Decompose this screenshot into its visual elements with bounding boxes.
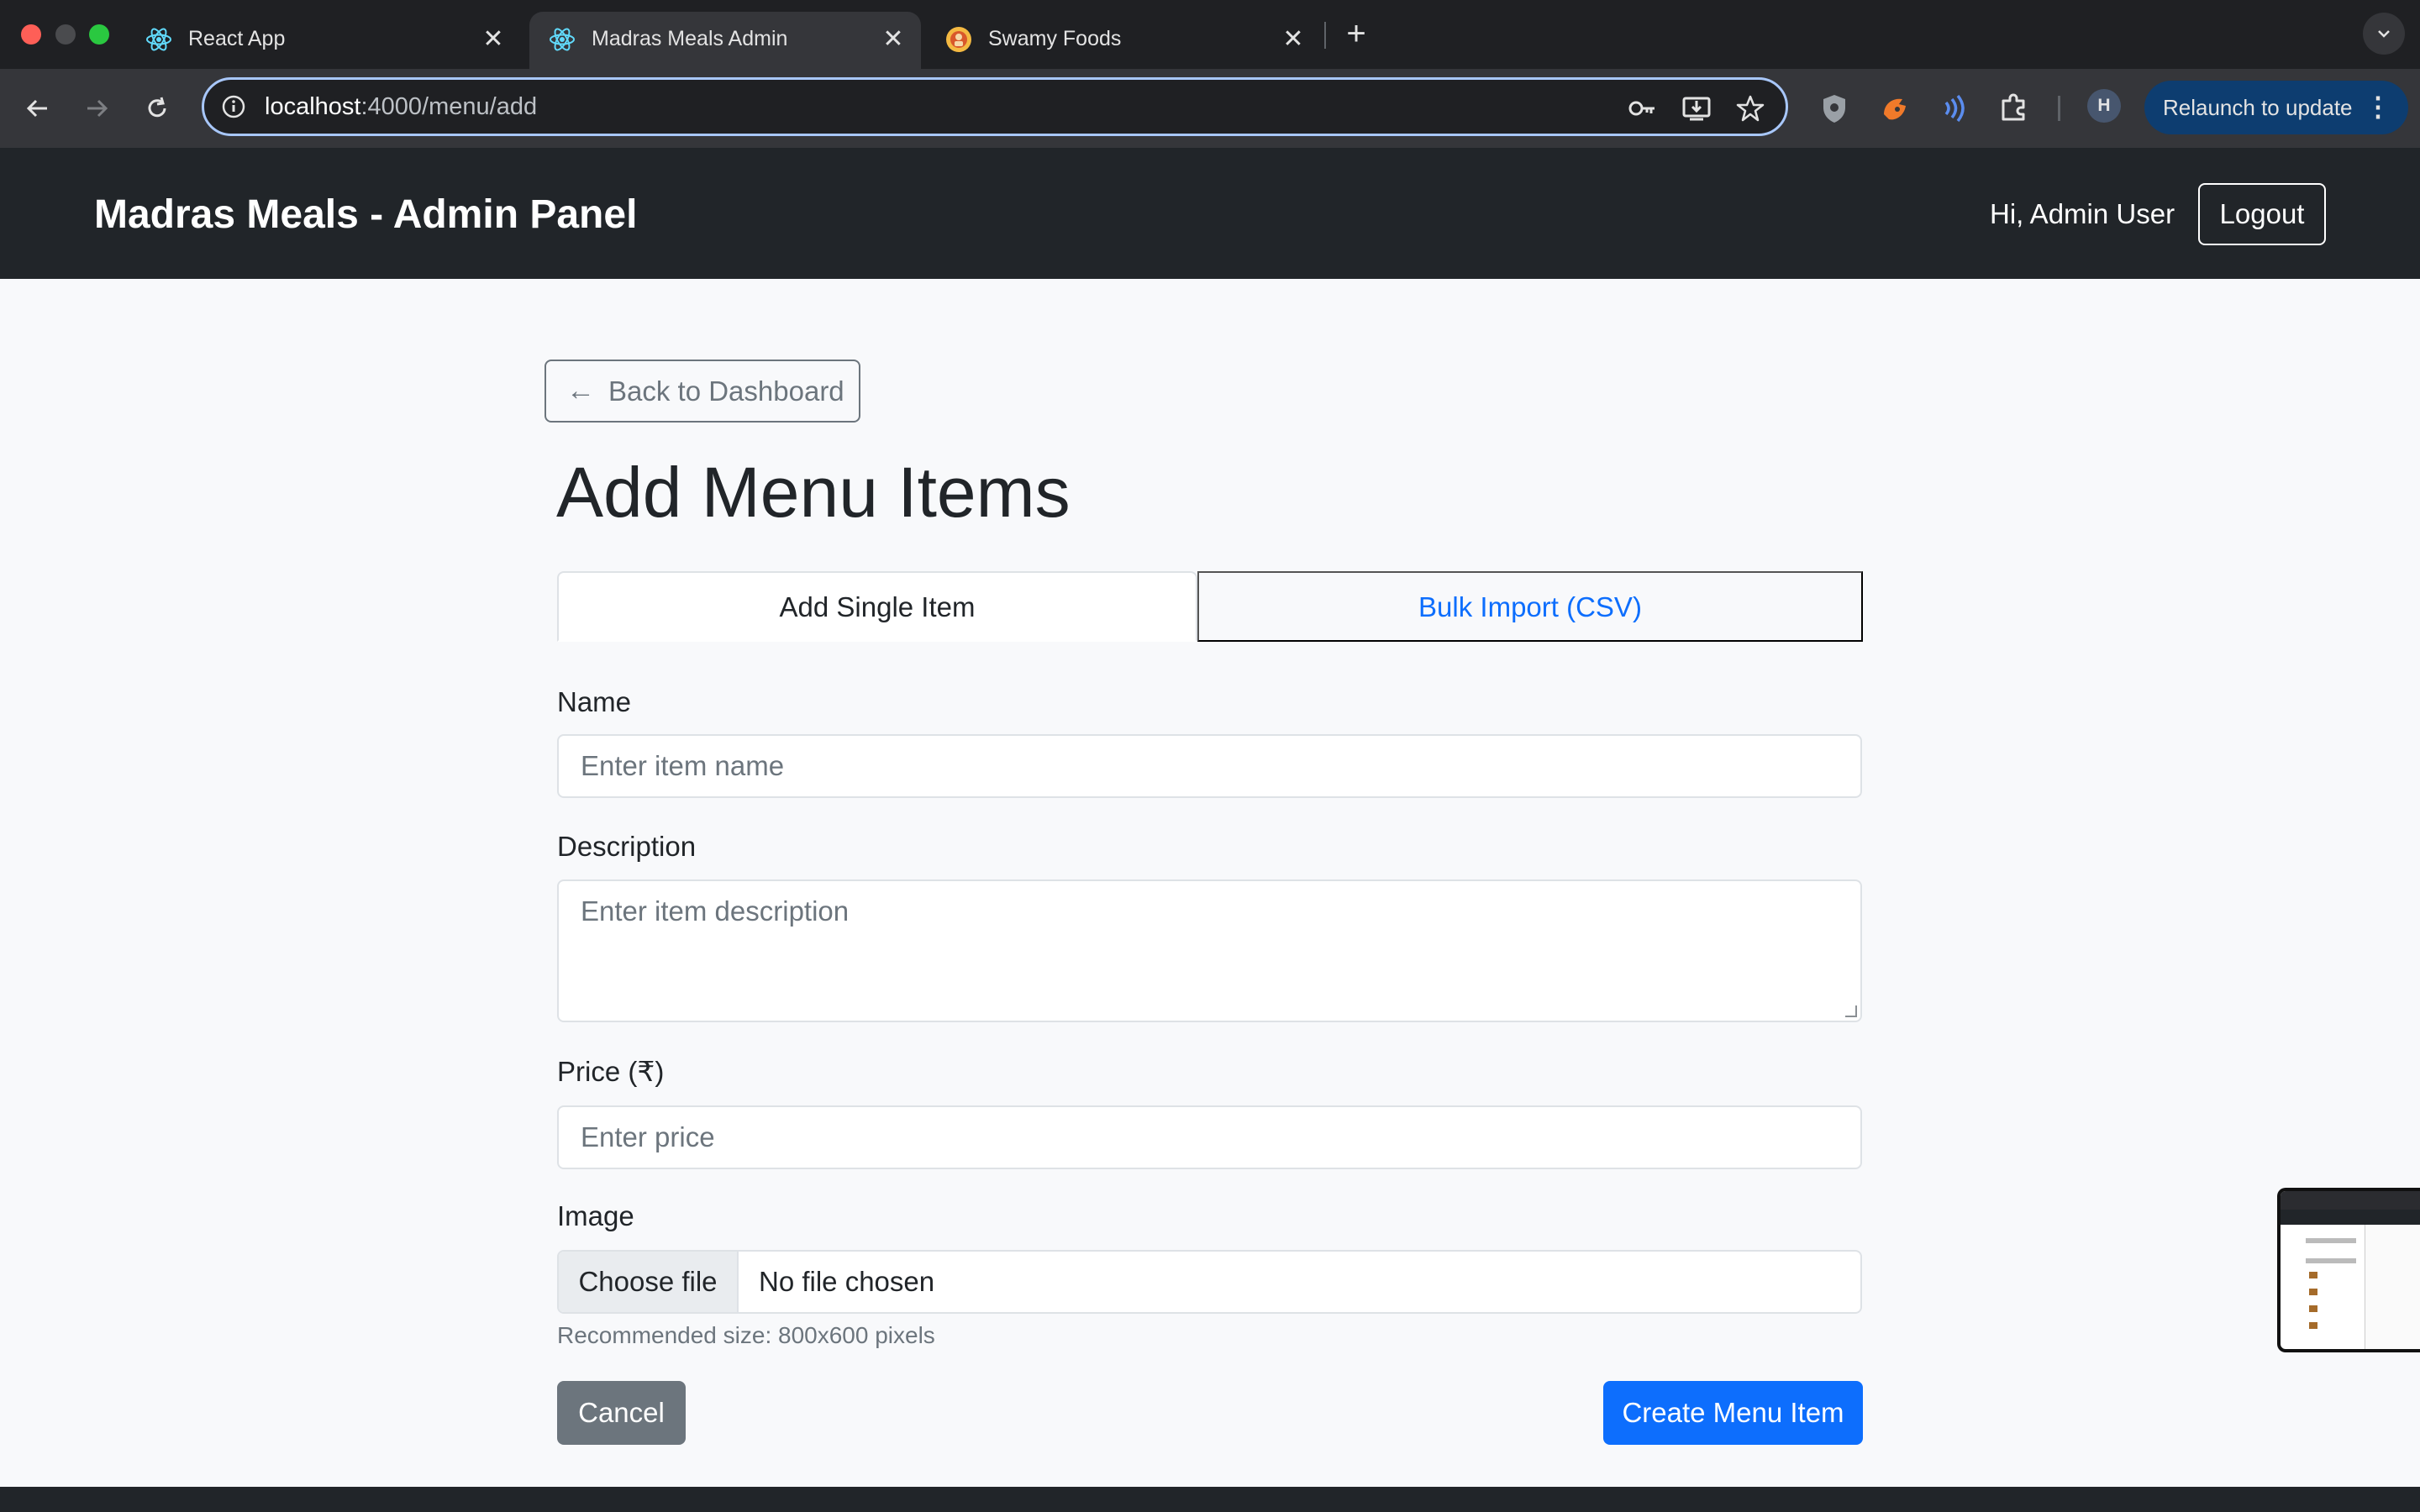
thumb-image	[2309, 1272, 2317, 1278]
react-icon	[146, 28, 171, 51]
price-input[interactable]: Enter price	[557, 1105, 1862, 1169]
thumb-image	[2309, 1305, 2317, 1312]
window-minimize-button[interactable]	[55, 24, 76, 45]
window-close-button[interactable]	[21, 24, 41, 45]
thumb-row	[2306, 1258, 2356, 1263]
brand-title[interactable]: Madras Meals - Admin Panel	[94, 192, 637, 239]
browser-tab-strip: React App ✕ Madras Meals Admin ✕ Swamy F…	[0, 0, 2420, 69]
back-to-dashboard-label: Back to Dashboard	[608, 375, 844, 407]
back-to-dashboard-button[interactable]: ← Back to Dashboard	[544, 360, 860, 423]
back-nav-button[interactable]	[17, 87, 59, 129]
description-textarea[interactable]: Enter item description	[557, 879, 1862, 1022]
window-zoom-button[interactable]	[89, 24, 109, 45]
thumb-row	[2306, 1238, 2356, 1243]
tab-title: Swamy Foods	[988, 27, 1122, 50]
relaunch-to-update-button[interactable]: Relaunch to update ⋮	[2144, 81, 2408, 134]
arrow-left-icon: ←	[566, 375, 595, 407]
close-tab-icon[interactable]: ✕	[1279, 25, 1307, 54]
tab-title: React App	[188, 27, 286, 50]
puzzle-extensions-icon[interactable]	[1995, 89, 2033, 128]
url-path: :4000/menu/add	[360, 93, 538, 120]
toolbar-separator	[2058, 96, 2060, 121]
browser-toolbar: localhost:4000/menu/add	[0, 69, 2420, 148]
page-title: Add Menu Items	[556, 453, 1071, 532]
react-icon	[550, 28, 575, 51]
image-file-input[interactable]: Choose file No file chosen	[557, 1250, 1862, 1314]
close-tab-icon[interactable]: ✕	[879, 25, 908, 54]
thumb-modal	[2365, 1225, 2420, 1349]
browser-tab-swamy-foods[interactable]: Swamy Foods ✕	[926, 12, 1326, 69]
resize-grip-icon[interactable]	[1845, 1005, 1857, 1017]
more-menu-icon[interactable]: ⋮	[2365, 81, 2391, 133]
profile-avatar[interactable]: H	[2087, 89, 2121, 123]
arrow-right-icon	[87, 99, 108, 118]
page-footer-bar	[0, 1487, 2420, 1512]
thumb-image	[2309, 1289, 2317, 1295]
browser-tab-madras-meals-admin[interactable]: Madras Meals Admin ✕	[529, 12, 921, 69]
forward-nav-button[interactable]	[76, 87, 118, 129]
price-label: Price (₹)	[557, 1056, 665, 1087]
image-label: Image	[557, 1200, 634, 1231]
description-label: Description	[557, 831, 697, 862]
name-label: Name	[557, 686, 632, 717]
file-status-text: No file chosen	[759, 1266, 935, 1297]
create-menu-item-button[interactable]: Create Menu Item	[1603, 1381, 1863, 1445]
screenshot-preview-thumbnail[interactable]	[2277, 1188, 2420, 1352]
image-size-hint: Recommended size: 800x600 pixels	[557, 1322, 935, 1348]
user-greeting: Hi, Admin User	[1990, 198, 2175, 229]
key-icon[interactable]	[1626, 92, 1660, 125]
address-bar[interactable]: localhost:4000/menu/add	[202, 77, 1788, 136]
bookmark-star-icon[interactable]	[1733, 92, 1767, 125]
thumb-navbar	[2281, 1210, 2420, 1225]
name-input[interactable]: Enter item name	[557, 734, 1862, 798]
browser-tab-react-app[interactable]: React App ✕	[126, 12, 521, 69]
url-host: localhost	[265, 93, 361, 120]
new-tab-button[interactable]: +	[1339, 17, 1373, 50]
chevron-down-icon	[2378, 30, 2390, 38]
thumb-browser-bar	[2281, 1191, 2420, 1210]
choose-file-button[interactable]: Choose file	[559, 1252, 739, 1312]
app-navbar: Madras Meals - Admin Panel Hi, Admin Use…	[0, 148, 2420, 279]
arrow-left-icon	[26, 99, 47, 118]
install-app-icon[interactable]	[1680, 92, 1713, 125]
thumb-image	[2309, 1322, 2317, 1329]
tab-add-single-item[interactable]: Add Single Item	[557, 571, 1197, 642]
site-info-icon[interactable]	[219, 92, 248, 121]
cancel-button[interactable]: Cancel	[557, 1381, 686, 1445]
url-text: localhost:4000/menu/add	[265, 90, 537, 123]
tab-separator	[1324, 22, 1326, 49]
tab-title: Madras Meals Admin	[592, 27, 788, 50]
signal-extension-icon[interactable]	[1934, 89, 1973, 128]
food-logo-icon	[946, 27, 971, 52]
fox-extension-icon[interactable]	[1876, 89, 1914, 128]
reload-icon	[148, 97, 166, 118]
close-tab-icon[interactable]: ✕	[479, 25, 508, 54]
relaunch-label: Relaunch to update	[2163, 95, 2353, 120]
shield-extension-icon[interactable]	[1815, 89, 1854, 128]
add-item-tabs: Add Single Item Bulk Import (CSV)	[557, 571, 1863, 642]
tab-search-button[interactable]	[2363, 13, 2405, 55]
logout-button[interactable]: Logout	[2198, 183, 2326, 245]
tab-bulk-import-csv[interactable]: Bulk Import (CSV)	[1197, 571, 1863, 642]
reload-button[interactable]	[136, 87, 178, 129]
description-placeholder: Enter item description	[581, 895, 850, 927]
